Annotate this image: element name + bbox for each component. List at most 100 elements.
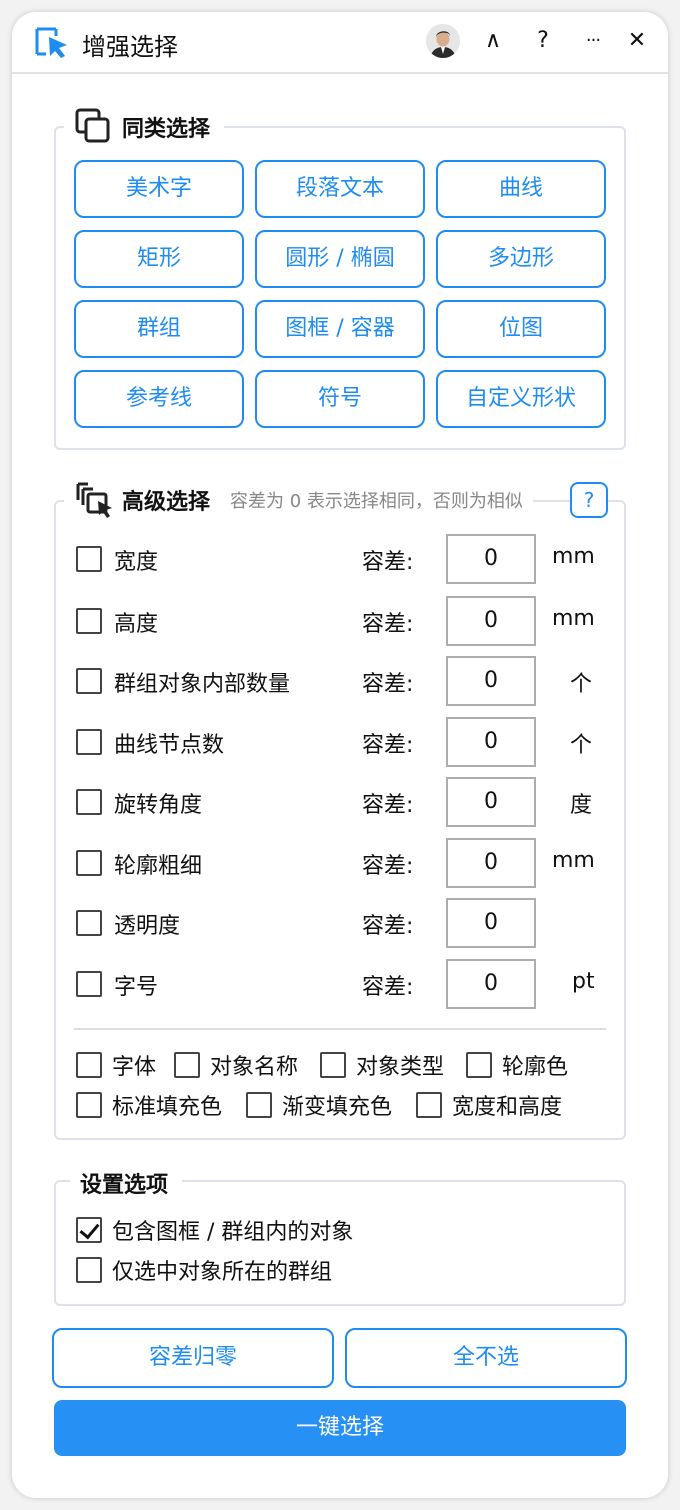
tolerance-label: 容差: [362,975,414,1000]
more-button[interactable]: ··· [578,26,608,56]
unit-label: 个 [570,672,593,697]
collapse-button[interactable]: ∧ [478,26,508,56]
type-button-ellipse[interactable]: 圆形 / 椭圆 [255,230,425,288]
type-button-rectangle[interactable]: 矩形 [74,230,244,288]
include-containers-checkbox[interactable] [76,1217,102,1243]
unit-label: pt [572,969,595,994]
check-label: 字体 [112,1055,157,1080]
tolerance-label: 容差: [362,612,414,637]
check-label: 标准填充色 [112,1095,223,1120]
object-type-checkbox[interactable] [320,1052,346,1078]
rotation-tolerance-input[interactable]: 0 [446,777,536,827]
type-button-symbol[interactable]: 符号 [255,370,425,428]
check-object-type[interactable]: 对象类型 [320,1050,444,1080]
group-count-tolerance-input[interactable]: 0 [446,656,536,706]
unit-label: 个 [570,733,593,758]
title-bar: 增强选择 ∧ ? ··· ✕ [12,12,668,74]
type-button-artistic-text[interactable]: 美术字 [74,160,244,218]
rotation-checkbox[interactable] [76,789,102,815]
tolerance-row-transparency: 透明度 容差: 0 [74,898,614,948]
settings-header: 设置选项 [70,1166,183,1200]
font-checkbox[interactable] [76,1052,102,1078]
width-height-checkbox[interactable] [416,1092,442,1118]
check-label: 对象名称 [210,1055,299,1080]
type-button-polygon[interactable]: 多边形 [436,230,606,288]
row-label: 群组对象内部数量 [114,672,291,697]
tolerance-label: 容差: [362,672,414,697]
type-button-paragraph-text[interactable]: 段落文本 [255,160,425,218]
type-button-curve[interactable]: 曲线 [436,160,606,218]
row-label: 宽度 [114,550,159,575]
tolerance-label: 容差: [362,733,414,758]
outline-color-checkbox[interactable] [466,1052,492,1078]
one-click-select-button[interactable]: 一键选择 [54,1400,626,1456]
tolerance-label: 容差: [362,914,414,939]
row-label: 字号 [114,975,159,1000]
unit-label: mm [552,848,595,873]
user-avatar-icon [426,24,460,58]
help-button[interactable]: ? [528,26,558,56]
tolerance-label: 容差: [362,793,414,818]
close-button[interactable]: ✕ [622,26,652,56]
check-width-height[interactable]: 宽度和高度 [416,1090,562,1120]
similar-select-title: 同类选择 [122,117,211,142]
enhanced-select-panel: 增强选择 ∧ ? ··· ✕ 同类选择 美术字 段落文本 曲线 矩形 圆形 / … [12,12,668,1498]
width-checkbox[interactable] [76,546,102,572]
tolerance-hint: 容差为 0 表示选择相同，否则为相似 [230,491,523,512]
check-font[interactable]: 字体 [76,1050,156,1080]
font-size-tolerance-input[interactable]: 0 [446,959,536,1009]
outline-width-tolerance-input[interactable]: 0 [446,838,536,888]
check-outline-color[interactable]: 轮廓色 [466,1050,568,1080]
select-group-only-checkbox[interactable] [76,1257,102,1283]
row-label: 透明度 [114,914,181,939]
unit-label: mm [552,606,595,631]
row-label: 曲线节点数 [114,733,225,758]
check-label: 轮廓色 [502,1055,569,1080]
row-label: 高度 [114,612,159,637]
row-label: 旋转角度 [114,793,203,818]
tolerance-row-outline-width: 轮廓粗细 容差: 0 mm [74,838,614,888]
option-select-group-only[interactable]: 仅选中对象所在的群组 [76,1255,332,1285]
font-size-checkbox[interactable] [76,971,102,997]
height-tolerance-input[interactable]: 0 [446,596,536,646]
width-tolerance-input[interactable]: 0 [446,534,536,584]
outline-width-checkbox[interactable] [76,850,102,876]
settings-title: 设置选项 [80,1173,169,1198]
advanced-select-header: 高级选择 容差为 0 表示选择相同，否则为相似 [64,480,533,520]
transparency-tolerance-input[interactable]: 0 [446,898,536,948]
node-count-tolerance-input[interactable]: 0 [446,717,536,767]
type-button-custom-shape[interactable]: 自定义形状 [436,370,606,428]
advanced-select-icon [76,482,112,518]
check-label: 宽度和高度 [452,1095,563,1120]
type-button-group[interactable]: 群组 [74,300,244,358]
group-count-checkbox[interactable] [76,668,102,694]
tolerance-row-rotation: 旋转角度 容差: 0 度 [74,777,614,827]
check-object-name[interactable]: 对象名称 [174,1050,298,1080]
advanced-help-button[interactable]: ? [570,482,608,518]
object-name-checkbox[interactable] [174,1052,200,1078]
tolerance-row-group-count: 群组对象内部数量 容差: 0 个 [74,656,614,706]
option-include-containers[interactable]: 包含图框 / 群组内的对象 [76,1215,353,1245]
divider [74,1028,606,1030]
cursor-select-icon [35,27,67,58]
option-label: 包含图框 / 群组内的对象 [112,1220,354,1245]
check-uniform-fill[interactable]: 标准填充色 [76,1090,222,1120]
height-checkbox[interactable] [76,608,102,634]
gradient-fill-checkbox[interactable] [246,1092,272,1118]
similar-select-header: 同类选择 [64,108,225,146]
type-button-bitmap[interactable]: 位图 [436,300,606,358]
type-button-powerclip[interactable]: 图框 / 容器 [255,300,425,358]
reset-tolerance-button[interactable]: 容差归零 [52,1328,334,1388]
check-gradient-fill[interactable]: 渐变填充色 [246,1090,392,1120]
duplicate-icon [75,108,110,143]
node-count-checkbox[interactable] [76,729,102,755]
transparency-checkbox[interactable] [76,910,102,936]
tolerance-label: 容差: [362,854,414,879]
deselect-all-button[interactable]: 全不选 [345,1328,627,1388]
uniform-fill-checkbox[interactable] [76,1092,102,1118]
check-label: 对象类型 [356,1055,445,1080]
type-button-guideline[interactable]: 参考线 [74,370,244,428]
tolerance-row-width: 宽度 容差: 0 mm [74,534,614,584]
app-title: 增强选择 [82,33,178,61]
avatar[interactable] [426,24,460,58]
